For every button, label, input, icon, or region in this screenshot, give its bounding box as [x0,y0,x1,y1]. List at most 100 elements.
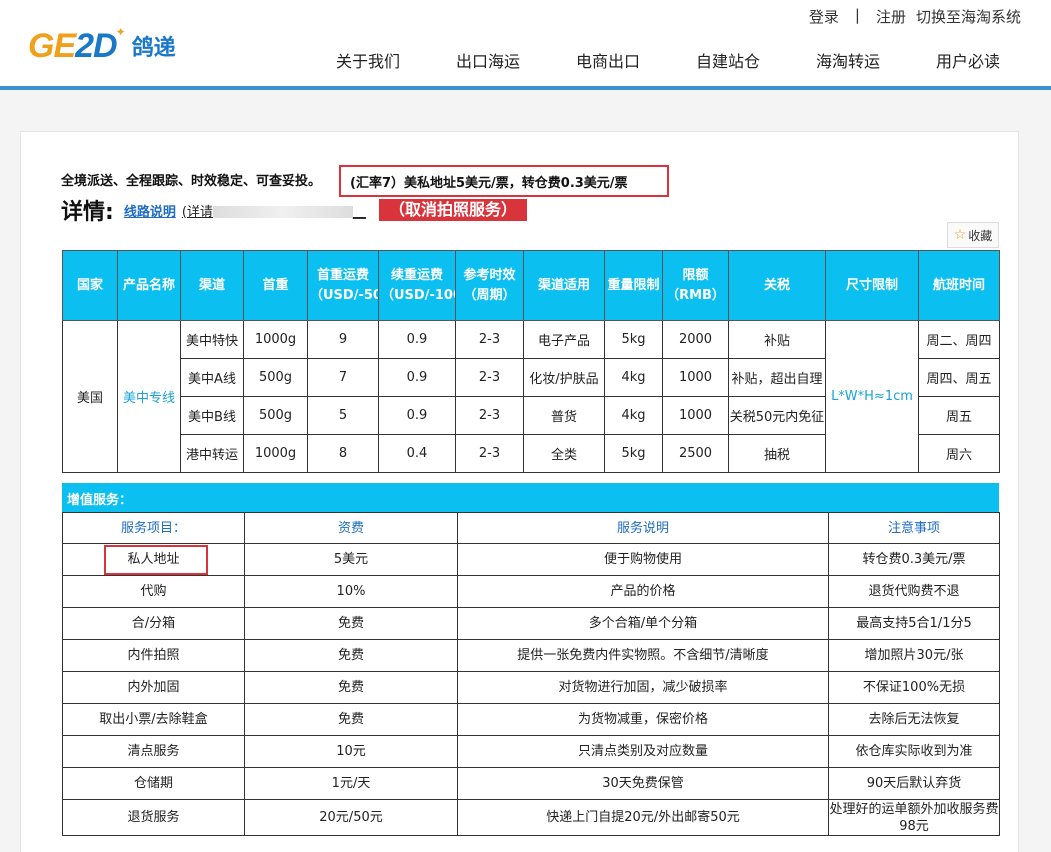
product-name-cell[interactable]: 美中专线 [117,320,181,473]
nav-user-guide[interactable]: 用户必读 [908,44,1028,76]
table-cell: 0.9 [378,358,456,397]
table-cell: 90天后默认弃货 [828,767,1000,800]
table-cell: 免费 [244,607,458,640]
table-cell: 退货服务 [62,799,245,836]
table-cell: 内件拍照 [62,639,245,672]
table-cell: 1000g [243,320,308,359]
table-cell: 周二、周四 [918,320,1000,359]
col-header: 限额（RMB） [662,250,729,321]
table-cell: 免费 [244,671,458,704]
detail-row: 详情: 线路说明 (详请 __ [61,196,366,225]
col-header: 注意事项 [828,512,1000,544]
table-cell: 10% [244,575,458,608]
table-row: 代购 10% 产品的价格 退货代购费不退 [62,575,1000,608]
table-row: 合/分箱 免费 多个合箱/单个分箱 最高支持5合1/1分5 [62,607,1000,640]
value-added-title: 增值服务： [62,483,999,512]
table-cell: 最高支持5合1/1分5 [828,607,1000,640]
table-cell: 1元/天 [244,767,458,800]
table-cell: 关税50元内免征 [728,396,826,435]
table-cell: 4kg [604,358,663,397]
table-cell: 2-3 [455,434,524,473]
table-cell: 提供一张免费内件实物照。不含细节/清晰度 [457,639,829,672]
table-cell: 抽税 [728,434,826,473]
table-cell: 产品的价格 [457,575,829,608]
table-cell: 2-3 [455,320,524,359]
logo-d-text: D [93,26,118,65]
table-cell: 500g [243,396,308,435]
logo-ge-text: GE [28,26,76,65]
top-links: 登录 | 注册 切换至海淘系统 [809,6,1021,27]
table-cell: 便于购物使用 [457,543,829,576]
table-row: 内外加固 免费 对货物进行加固，减少破损率 不保证100%无损 [62,671,1000,704]
table-cell: 2500 [662,434,729,473]
login-link[interactable]: 登录 [809,6,839,27]
nav-about-us[interactable]: 关于我们 [308,44,428,76]
table-cell: 港中转运 [180,434,244,473]
table-cell: 美中A线 [180,358,244,397]
table-cell: 30天免费保管 [457,767,829,800]
register-link[interactable]: 注册 [876,6,906,27]
col-header: 渠道 [180,250,244,321]
table-cell: 周六 [918,434,1000,473]
table-cell: 退货代购费不退 [828,575,1000,608]
redacted-text [212,206,353,218]
table-cell: 0.9 [378,320,456,359]
country-cell: 美国 [62,320,118,473]
col-header: 关税 [728,250,826,321]
table-cell: 1000 [662,358,729,397]
nav-ecommerce-export[interactable]: 电商出口 [548,44,668,76]
table-cell: 处理好的运单额外加收服务费98元 [828,799,1000,836]
favorite-button[interactable]: ☆ 收藏 [947,222,999,248]
route-note-prefix: (详请 [181,204,213,220]
table-cell: 补贴，超出自理 [728,358,826,397]
size-limit-cell: L*W*H≈1cm [825,320,919,473]
table-cell: 1000 [662,396,729,435]
col-header: 尺寸限制 [825,250,919,321]
table-cell: 不保证100%无损 [828,671,1000,704]
table-cell: 0.9 [378,396,456,435]
table-row: 内件拍照 免费 提供一张免费内件实物照。不含细节/清晰度 增加照片30元/张 [62,639,1000,672]
table-cell: 化妆/护肤品 [523,358,605,397]
table-cell: 美中特快 [180,320,244,359]
table-row: 取出小票/去除鞋盒 免费 为货物减重，保密价格 去除后无法恢复 [62,703,1000,736]
cancel-photo-badge: （取消拍照服务） [379,199,527,221]
route-description-link[interactable]: 线路说明 [124,201,176,220]
table-cell: 仓储期 [62,767,245,800]
table-cell: 补贴 [728,320,826,359]
col-header: 服务项目： [62,512,245,544]
product-table: 国家 产品名称 渠道 首重 首重运费（USD/-500g） 续重运费（USD/-… [62,250,1000,473]
table-cell: 0.4 [378,434,456,473]
table-cell: 快递上门自提20元/外出邮寄50元 [457,799,829,836]
detail-title: 详情: [61,200,114,225]
logo-two-text: 2 [75,26,94,65]
table-cell: 普货 [523,396,605,435]
table-row: 美国 美中专线 美中特快 1000g 9 0.9 2-3 电子产品 5kg 20… [62,320,1000,473]
table-row: 清点服务 10元 只清点类别及对应数量 依仓库实际收到为准 [62,735,1000,768]
star-icon: ☆ [953,227,967,243]
nav-own-warehouse[interactable]: 自建站仓 [668,44,788,76]
table-cell: 5kg [604,320,663,359]
table-cell: 对货物进行加固，减少破损率 [457,671,829,704]
table-cell: 500g [243,358,308,397]
table-cell: 5美元 [244,543,458,576]
route-note-suffix: __ [352,204,366,220]
switch-system-link[interactable]: 切换至海淘系统 [916,6,1021,27]
table-cell: 4kg [604,396,663,435]
site-header: GE 2 D ✦ 鸽递 登录 | 注册 切换至海淘系统 关于我们 出口海运 电商出口 自… [0,0,1051,90]
table-cell: 1000g [243,434,308,473]
table-cell: 7 [307,358,379,397]
table-cell: 为货物减重，保密价格 [457,703,829,736]
table-cell: 多个合箱/单个分箱 [457,607,829,640]
table-cell: 周五 [918,396,1000,435]
site-logo[interactable]: GE 2 D ✦ 鸽递 [28,24,176,68]
table-cell: 8 [307,434,379,473]
table-cell: 2000 [662,320,729,359]
table-cell: 2-3 [455,358,524,397]
col-header: 重量限制 [604,250,663,321]
table-cell: 美中B线 [180,396,244,435]
nav-export-sea[interactable]: 出口海运 [428,44,548,76]
table-cell: 免费 [244,703,458,736]
col-header: 航班时间 [918,250,1000,321]
table-cell: 9 [307,320,379,359]
nav-haitao-transfer[interactable]: 海淘转运 [788,44,908,76]
